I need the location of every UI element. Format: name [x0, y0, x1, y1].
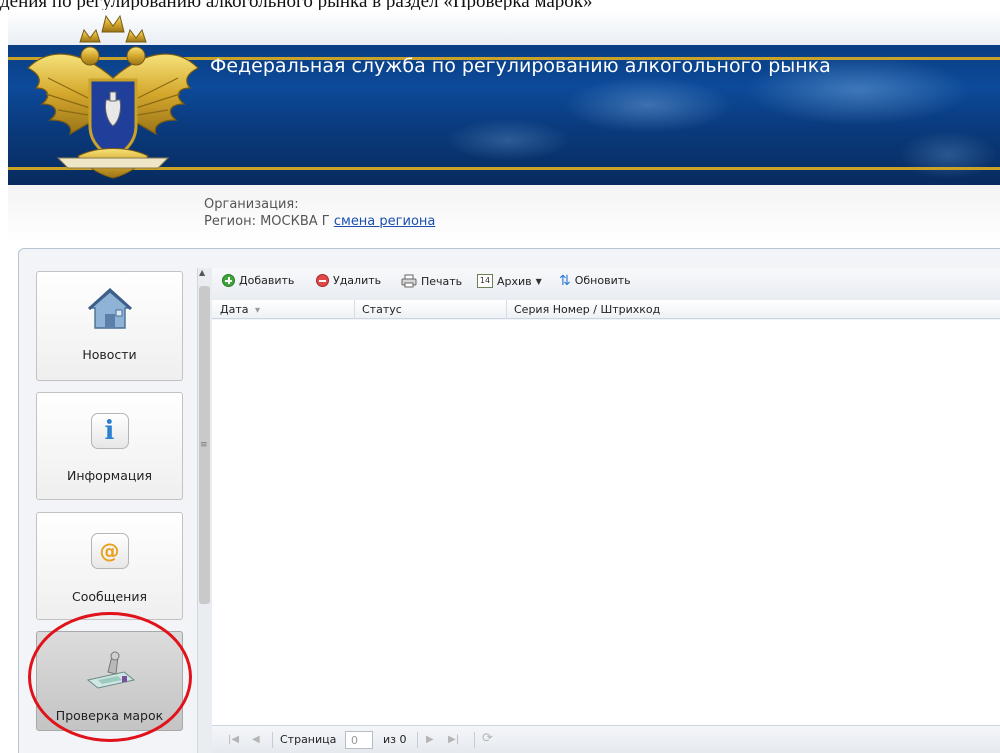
printer-icon [401, 274, 417, 288]
refresh-icon: ⇅ [559, 272, 571, 289]
at-sign-icon: @ [90, 533, 129, 569]
grid-toolbar: Добавить Удалить Печать 14 Архив ▼ ⇅ Обн… [212, 268, 1000, 302]
organization-label: Организация: [204, 197, 299, 212]
region-line: Регион: МОСКВА Г смена региона [204, 213, 435, 230]
change-region-link[interactable]: смена региона [334, 214, 436, 229]
region-label: Регион: МОСКВА Г [204, 214, 330, 229]
sort-desc-icon: ▾ [254, 305, 261, 316]
page-number-input[interactable] [345, 731, 373, 749]
highlight-circle-annotation [28, 612, 192, 742]
prev-page-icon[interactable]: ◀ [252, 734, 260, 745]
column-status[interactable]: Статус [362, 303, 402, 316]
paging-toolbar: |◀ ◀ Страница из 0 ▶ ▶| ⟳ [212, 725, 1000, 753]
scroll-up-arrow-icon[interactable]: ▲ [199, 268, 205, 277]
archive-button[interactable]: 14 Архив ▼ [477, 274, 542, 288]
info-icon: i [90, 413, 129, 449]
organization-info: Организация: Регион: МОСКВА Г смена реги… [204, 196, 435, 230]
page-count-label: из 0 [383, 733, 407, 746]
print-button[interactable]: Печать [401, 274, 462, 288]
column-date[interactable]: Дата ▾ [220, 303, 260, 316]
column-series-number-barcode[interactable]: Серия Номер / Штрихкод [514, 303, 660, 316]
add-button-label: Добавить [239, 274, 295, 287]
last-page-icon[interactable]: ▶| [448, 734, 459, 745]
column-separator[interactable] [354, 300, 355, 319]
eagle-emblem-icon [26, 14, 200, 179]
archive-button-label: Архив [497, 274, 532, 288]
calendar-icon: 14 [477, 274, 493, 288]
column-separator[interactable] [506, 300, 507, 319]
refresh-paging-icon[interactable]: ⟳ [482, 731, 493, 746]
refresh-button[interactable]: ⇅ Обновить [559, 272, 631, 289]
grid-body[interactable] [212, 320, 1000, 725]
paging-separator [474, 732, 475, 748]
add-button[interactable]: Добавить [222, 274, 294, 287]
side-menu-messages[interactable]: @ Сообщения [36, 512, 183, 620]
paging-separator [417, 732, 418, 748]
refresh-button-label: Обновить [574, 274, 631, 287]
side-menu-messages-label: Сообщения [71, 589, 147, 604]
next-page-icon[interactable]: ▶ [426, 734, 434, 745]
paging-separator [272, 732, 273, 748]
side-menu-news-label: Новости [82, 347, 137, 362]
print-button-label: Печать [421, 274, 463, 288]
side-menu-information-label: Информация [66, 468, 153, 483]
first-page-icon[interactable]: |◀ [228, 734, 239, 745]
column-date-label: Дата [220, 303, 249, 316]
plus-circle-icon [222, 274, 235, 287]
delete-button[interactable]: Удалить [316, 274, 381, 287]
side-menu-information[interactable]: i Информация [36, 392, 183, 500]
house-icon [87, 288, 132, 329]
banner-title: Федеральная служба по регулированию алко… [210, 55, 831, 77]
minus-circle-icon [316, 274, 329, 287]
grid-header: Дата ▾ Статус Серия Номер / Штрихкод [212, 300, 1000, 319]
side-menu-news[interactable]: Новости [36, 271, 183, 381]
dropdown-arrow-icon: ▼ [535, 276, 542, 286]
splitter-grip-icon[interactable]: ≡ [200, 440, 208, 450]
delete-button-label: Удалить [333, 274, 382, 287]
page-label: Страница [280, 733, 337, 746]
